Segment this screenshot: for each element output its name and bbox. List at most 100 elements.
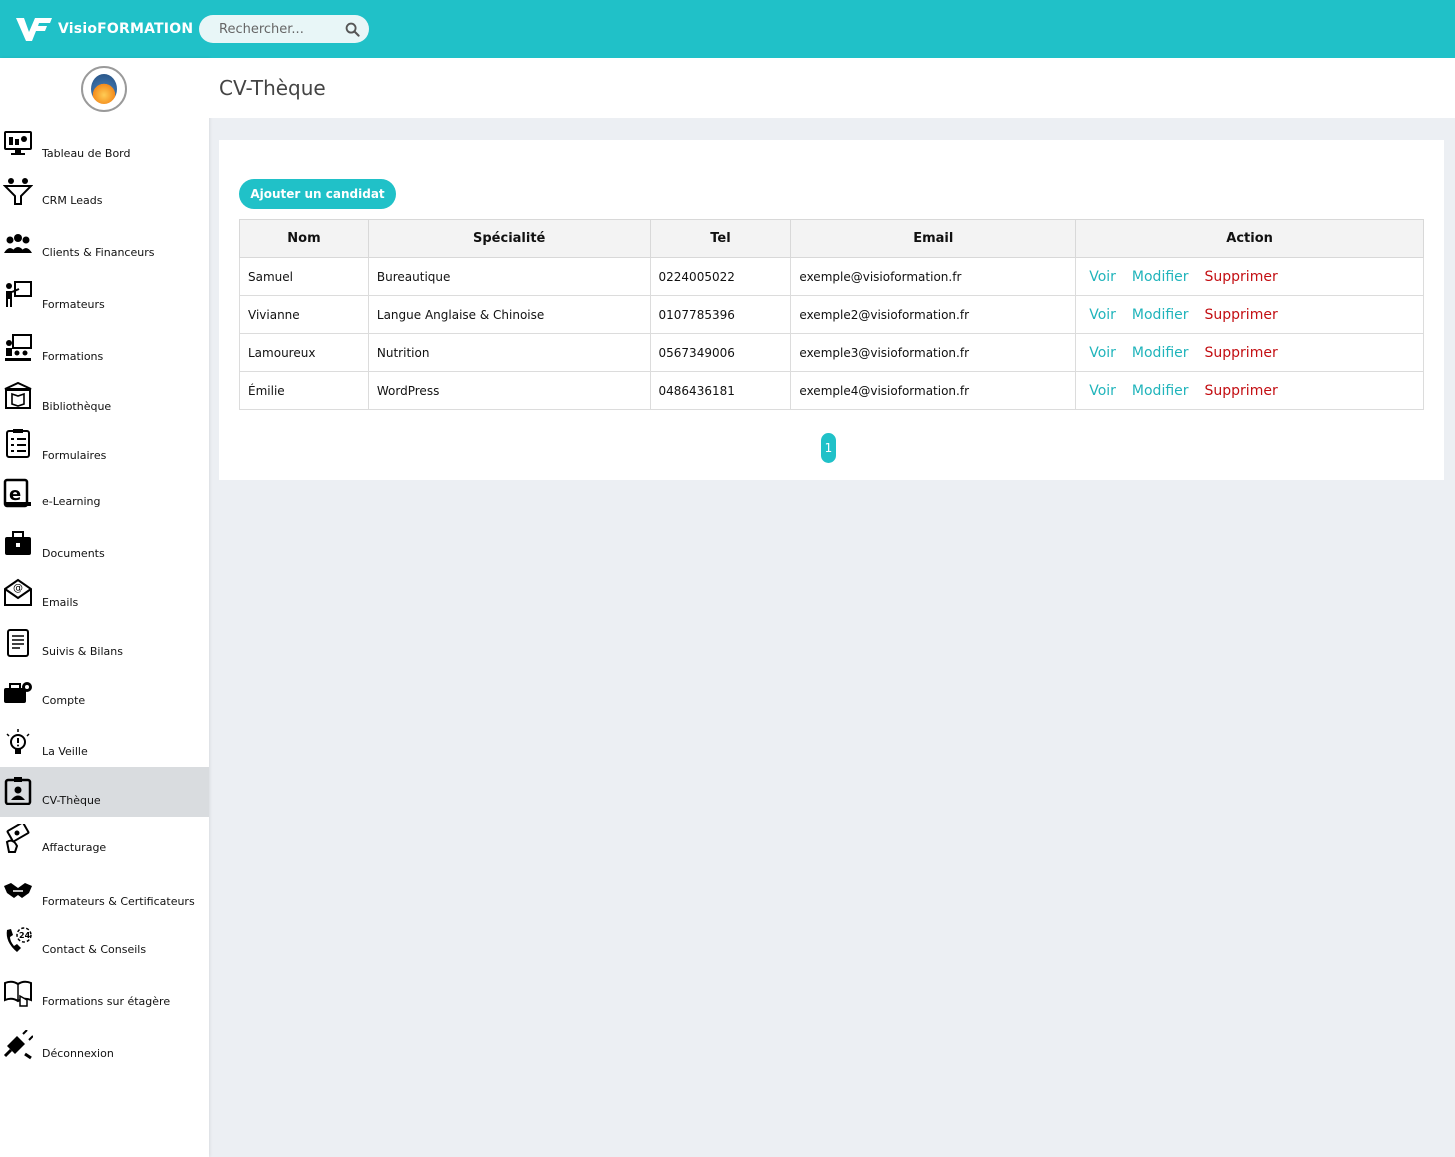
- classroom-icon: [5, 334, 32, 361]
- view-link[interactable]: Voir: [1089, 307, 1116, 323]
- sidebar-item-formations-sur-etagere[interactable]: Formations sur étagère: [0, 976, 209, 1012]
- edit-link[interactable]: Modifier: [1132, 269, 1189, 285]
- candidates-table: Nom Spécialité Tel Email Action Samuel Bu…: [239, 219, 1424, 410]
- delete-link[interactable]: Supprimer: [1205, 345, 1278, 361]
- cell-specialite: Langue Anglaise & Chinoise: [367, 295, 651, 334]
- sidebar-item-formateurs[interactable]: Formateurs: [0, 277, 209, 315]
- cell-email: exemple3@visioformation.fr: [790, 333, 1077, 372]
- table-row: Émilie WordPress 0486436181 exemple4@visiof…: [239, 371, 1424, 410]
- sidebar-item-affacturage[interactable]: Affacturage: [0, 822, 209, 858]
- cell-nom: Émilie: [239, 371, 369, 410]
- sidebar-item-emails[interactable]: @ Emails: [0, 575, 209, 613]
- sidebar-item-contact-et-conseils[interactable]: 24 Contact & Conseils: [0, 924, 209, 960]
- handshake-icon: [4, 883, 32, 898]
- cell-actions: Voir Modifier Supprimer: [1075, 371, 1424, 410]
- sidebar-item-label: Emails: [42, 596, 79, 609]
- content-card: Ajouter un candidat Nom Spécialité Tel E…: [219, 140, 1444, 480]
- cell-nom: Samuel: [239, 257, 369, 296]
- sidebar-item-label: Formateurs: [42, 298, 105, 311]
- cell-nom: Lamoureux: [239, 333, 369, 372]
- sidebar-item-label: Formateurs & Certificateurs: [42, 895, 195, 908]
- sidebar-item-compte[interactable]: Compte: [0, 675, 209, 711]
- sidebar-item-e-learning[interactable]: e e-Learning: [0, 476, 209, 512]
- teacher-board-icon: [6, 281, 32, 307]
- funnel-icon: [3, 178, 33, 205]
- money-hand-icon: [5, 824, 30, 853]
- sidebar-item-label: Tableau de Bord: [42, 147, 131, 160]
- cell-tel: 0486436181: [649, 371, 792, 410]
- delete-link[interactable]: Supprimer: [1205, 307, 1278, 323]
- svg-text:e: e: [9, 484, 21, 505]
- edit-link[interactable]: Modifier: [1132, 307, 1189, 323]
- view-link[interactable]: Voir: [1089, 383, 1116, 399]
- sidebar-item-bibliotheque[interactable]: Bibliothèque: [0, 379, 209, 417]
- sidebar-item-label: Clients & Financeurs: [42, 246, 155, 259]
- group-icon: [4, 234, 32, 253]
- sidebar-item-documents[interactable]: Documents: [0, 526, 209, 564]
- table-row: Samuel Bureautique 0224005022 exemple@visio…: [239, 257, 1424, 296]
- sidebar-item-cv-theque[interactable]: CV-Thèque: [0, 767, 209, 817]
- sidebar-item-crm-leads[interactable]: CRM Leads: [0, 175, 209, 211]
- cell-email: exemple4@visioformation.fr: [790, 371, 1077, 410]
- brand-logo[interactable]: VisioFORMATION: [14, 14, 193, 44]
- sidebar-item-label: Déconnexion: [42, 1047, 114, 1060]
- column-header-email: Email: [790, 219, 1077, 258]
- sidebar-item-deconnexion[interactable]: Déconnexion: [0, 1028, 209, 1064]
- sidebar-item-label: La Veille: [42, 745, 88, 758]
- sidebar-item-formations[interactable]: Formations: [0, 331, 209, 367]
- column-header-tel: Tel: [649, 219, 792, 258]
- column-header-action: Action: [1075, 219, 1424, 258]
- sidebar-item-suivis-et-bilans[interactable]: Suivis & Bilans: [0, 626, 209, 662]
- id-badge-icon: [4, 777, 32, 805]
- add-candidate-button[interactable]: Ajouter un candidat: [239, 179, 396, 209]
- cell-tel: 0107785396: [649, 295, 792, 334]
- delete-link[interactable]: Supprimer: [1205, 383, 1278, 399]
- cell-tel: 0567349006: [649, 333, 792, 372]
- lightbulb-icon: [6, 729, 30, 754]
- search-box: [199, 15, 369, 43]
- view-link[interactable]: Voir: [1089, 269, 1116, 285]
- vf-logo-icon: [16, 18, 52, 41]
- sidebar-item-label: Documents: [42, 547, 105, 560]
- svg-text:24: 24: [19, 931, 31, 940]
- sidebar-item-la-veille[interactable]: La Veille: [0, 726, 209, 762]
- cell-email: exemple2@visioformation.fr: [790, 295, 1077, 334]
- sidebar-item-formulaires[interactable]: Formulaires: [0, 426, 209, 466]
- checklist-icon: [6, 429, 30, 458]
- phone-24-icon: 24: [6, 927, 32, 952]
- cell-specialite: Bureautique: [367, 257, 651, 296]
- cell-actions: Voir Modifier Supprimer: [1075, 257, 1424, 296]
- briefcase-icon: [5, 531, 31, 555]
- search-icon[interactable]: [345, 22, 360, 37]
- delete-link[interactable]: Supprimer: [1205, 269, 1278, 285]
- brand-name: VisioFORMATION: [58, 21, 194, 37]
- edit-link[interactable]: Modifier: [1132, 383, 1189, 399]
- cell-specialite: WordPress: [367, 371, 651, 410]
- sidebar-item-label: CV-Thèque: [42, 794, 101, 807]
- sidebar-item-tableau-de-bord[interactable]: Tableau de Bord: [0, 126, 209, 164]
- pagination-page-1[interactable]: 1: [821, 433, 836, 463]
- tablet-report-icon: [7, 629, 29, 657]
- table-row: Vivianne Langue Anglaise & Chinoise 010778…: [239, 295, 1424, 334]
- sidebar-item-label: Formations: [42, 350, 104, 363]
- library-icon: [4, 381, 32, 409]
- sidebar-item-clients-et-financeurs[interactable]: Clients & Financeurs: [0, 229, 209, 263]
- page-header: CV-Thèque: [209, 58, 1455, 118]
- cell-nom: Vivianne: [239, 295, 369, 334]
- edit-link[interactable]: Modifier: [1132, 345, 1189, 361]
- cell-actions: Voir Modifier Supprimer: [1075, 295, 1424, 334]
- cell-specialite: Nutrition: [367, 333, 651, 372]
- search-input[interactable]: [219, 15, 339, 43]
- column-header-nom: Nom: [239, 219, 369, 258]
- cell-tel: 0224005022: [649, 257, 792, 296]
- dashboard-monitor-icon: [4, 131, 32, 155]
- cell-actions: Voir Modifier Supprimer: [1075, 333, 1424, 372]
- briefcase-gear-icon: [4, 682, 32, 703]
- sidebar-item-formateurs-et-certificateurs[interactable]: Formateurs & Certificateurs: [0, 876, 209, 912]
- sidebar-item-label: e-Learning: [42, 495, 101, 508]
- view-link[interactable]: Voir: [1089, 345, 1116, 361]
- sidebar-item-label: Compte: [42, 694, 86, 707]
- table-header-row: Nom Spécialité Tel Email Action: [239, 219, 1424, 258]
- sidebar-item-label: Formations sur étagère: [42, 995, 171, 1008]
- sidebar-item-label: Suivis & Bilans: [42, 645, 123, 658]
